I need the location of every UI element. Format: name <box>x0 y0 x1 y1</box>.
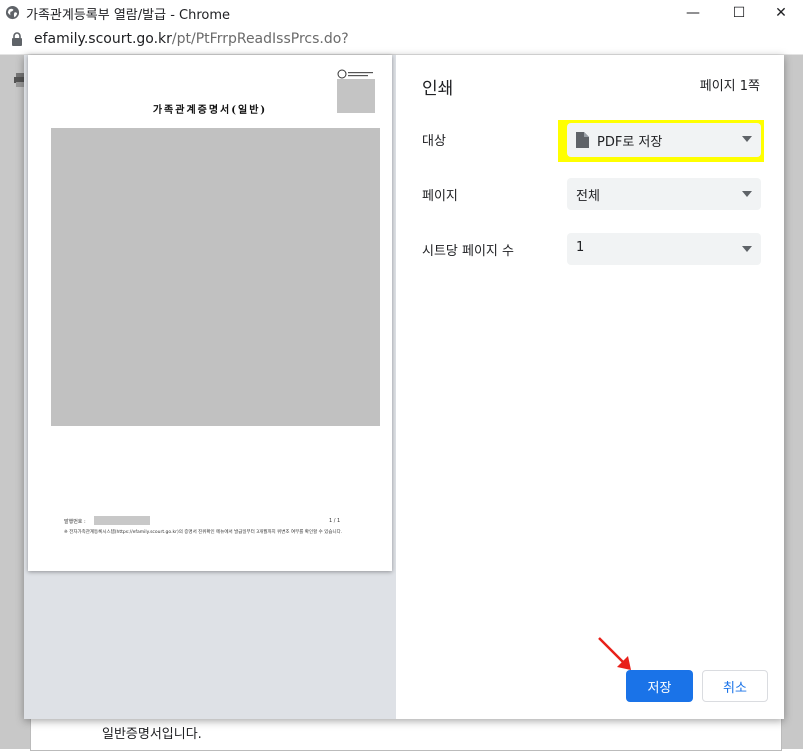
close-button[interactable]: ✕ <box>759 0 803 26</box>
pages-label: 페이지 <box>422 189 458 204</box>
lock-icon <box>12 32 22 46</box>
redacted-issue-number <box>94 516 150 525</box>
issue-number-label: 발행번호 : <box>64 519 86 525</box>
destination-label: 대상 <box>422 134 446 149</box>
redacted-content <box>51 128 380 426</box>
globe-icon <box>5 5 20 20</box>
chevron-down-icon <box>742 136 752 142</box>
minimize-button[interactable]: — <box>671 0 715 26</box>
pages-per-sheet-label: 시트당 페이지 수 <box>422 244 514 259</box>
court-logo-icon <box>337 69 373 79</box>
pages-per-sheet-select[interactable]: 1 <box>567 233 761 265</box>
document-title: 가족관계증명서(일반) <box>152 105 268 116</box>
window-title-bar: 가족관계등록부 열람/발급 - Chrome — ☐ ✕ <box>0 0 803 26</box>
url-host: efamily.scourt.go.kr <box>34 31 172 47</box>
url-text[interactable]: efamily.scourt.go.kr/pt/PtFrrpReadIssPrc… <box>34 31 349 47</box>
chevron-down-icon <box>742 191 752 197</box>
print-settings-panel: 인쇄 페이지 1쪽 대상 PDF로 저장 페이지 전체 시트당 페이지 수 1 … <box>396 55 784 719</box>
destination-select[interactable]: PDF로 저장 <box>567 123 761 157</box>
print-dialog: 가족관계증명서(일반) 발행번호 : 1 / 1 ※ 전자가족관계등록시스템(h… <box>24 55 784 719</box>
preview-page-count: 1 / 1 <box>329 518 341 524</box>
url-path: /pt/PtFrrpReadIssPrcs.do? <box>171 31 349 47</box>
background-document-text: 일반증명서입니다. <box>102 727 202 742</box>
pages-value: 전체 <box>576 189 600 204</box>
annotation-arrow-icon <box>598 637 631 670</box>
chevron-down-icon <box>742 246 752 252</box>
total-pages-label: 페이지 1쪽 <box>699 79 760 94</box>
cancel-button[interactable]: 취소 <box>702 670 768 702</box>
pages-select[interactable]: 전체 <box>567 178 761 210</box>
verification-notice: ※ 전자가족관계등록시스템(https://efamily.scourt.go.… <box>64 530 343 535</box>
save-button[interactable]: 저장 <box>626 670 693 702</box>
destination-value: PDF로 저장 <box>597 135 663 150</box>
print-preview-area: 가족관계증명서(일반) 발행번호 : 1 / 1 ※ 전자가족관계등록시스템(h… <box>24 55 396 719</box>
print-heading: 인쇄 <box>422 79 454 99</box>
file-icon <box>576 132 589 148</box>
window-title: 가족관계등록부 열람/발급 - Chrome <box>26 8 231 23</box>
maximize-button[interactable]: ☐ <box>717 0 761 26</box>
pages-per-sheet-value: 1 <box>576 240 585 255</box>
preview-page: 가족관계증명서(일반) 발행번호 : 1 / 1 ※ 전자가족관계등록시스템(h… <box>28 55 392 571</box>
address-bar[interactable]: efamily.scourt.go.kr/pt/PtFrrpReadIssPrc… <box>0 26 803 55</box>
